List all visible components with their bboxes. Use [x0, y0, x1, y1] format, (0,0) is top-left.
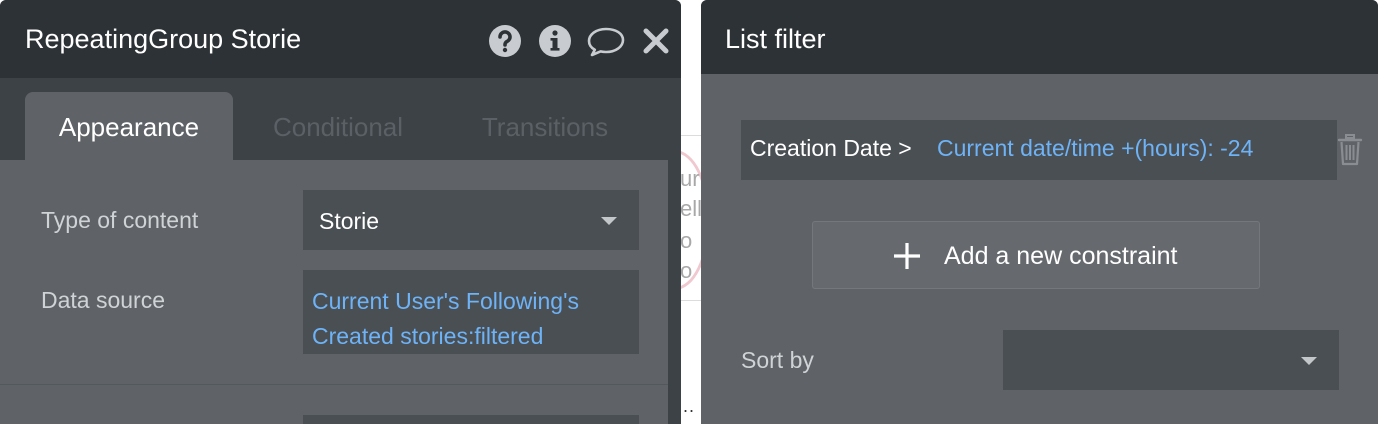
type-of-content-dropdown[interactable]: Storie [303, 190, 639, 250]
section-divider [0, 384, 668, 385]
expression-part[interactable]: Current User's Following's [312, 284, 629, 319]
chevron-down-icon [601, 217, 617, 225]
list-filter-header[interactable]: List filter [701, 0, 1378, 74]
list-filter-panel: List filter Creation Date > Current date… [701, 0, 1378, 424]
constraint-field[interactable]: Creation Date > [750, 135, 912, 162]
add-constraint-button[interactable]: Add a new constraint [812, 221, 1260, 289]
sort-by-label: Sort by [741, 347, 814, 373]
comment-icon[interactable] [586, 24, 626, 58]
add-constraint-label: Add a new constraint [944, 242, 1178, 270]
expression-part[interactable]: Created stories:filtered [312, 319, 629, 354]
chevron-down-icon [1301, 357, 1317, 365]
property-tabs: Appearance Conditional Transitions [0, 78, 681, 160]
data-source-expression[interactable]: Current User's Following's Created stori… [303, 270, 639, 354]
constraint-value[interactable]: Current date/time +(hours): -24 [937, 135, 1253, 162]
next-field-box[interactable] [303, 415, 639, 424]
property-editor-panel: RepeatingGroup Storie Appearance Conditi… [0, 0, 681, 424]
trash-icon[interactable] [1337, 133, 1363, 167]
data-source-label: Data source [41, 287, 166, 313]
canvas-text: ur [680, 166, 700, 191]
canvas-text: o [680, 228, 693, 253]
close-icon[interactable] [641, 24, 671, 58]
type-of-content-value: Storie [319, 208, 380, 234]
canvas-text: o [680, 258, 693, 283]
help-icon[interactable] [488, 24, 522, 58]
constraint-row[interactable]: Creation Date > Current date/time +(hour… [741, 120, 1337, 180]
tab-appearance[interactable]: Appearance [25, 92, 233, 160]
panel-title: List filter [725, 24, 826, 54]
tab-transitions[interactable]: Transitions [462, 92, 628, 160]
info-icon[interactable] [538, 24, 572, 58]
panel-title: RepeatingGroup Storie [25, 24, 302, 54]
tab-conditional[interactable]: Conditional [250, 92, 426, 160]
property-editor-header[interactable]: RepeatingGroup Storie [0, 0, 681, 78]
plus-icon [894, 243, 920, 269]
sort-by-dropdown[interactable] [1003, 330, 1339, 390]
panel-scrollbar[interactable] [668, 160, 681, 424]
canvas-dots: .. [683, 396, 696, 416]
canvas-text: ell [680, 196, 703, 221]
type-of-content-label: Type of content [41, 207, 199, 233]
